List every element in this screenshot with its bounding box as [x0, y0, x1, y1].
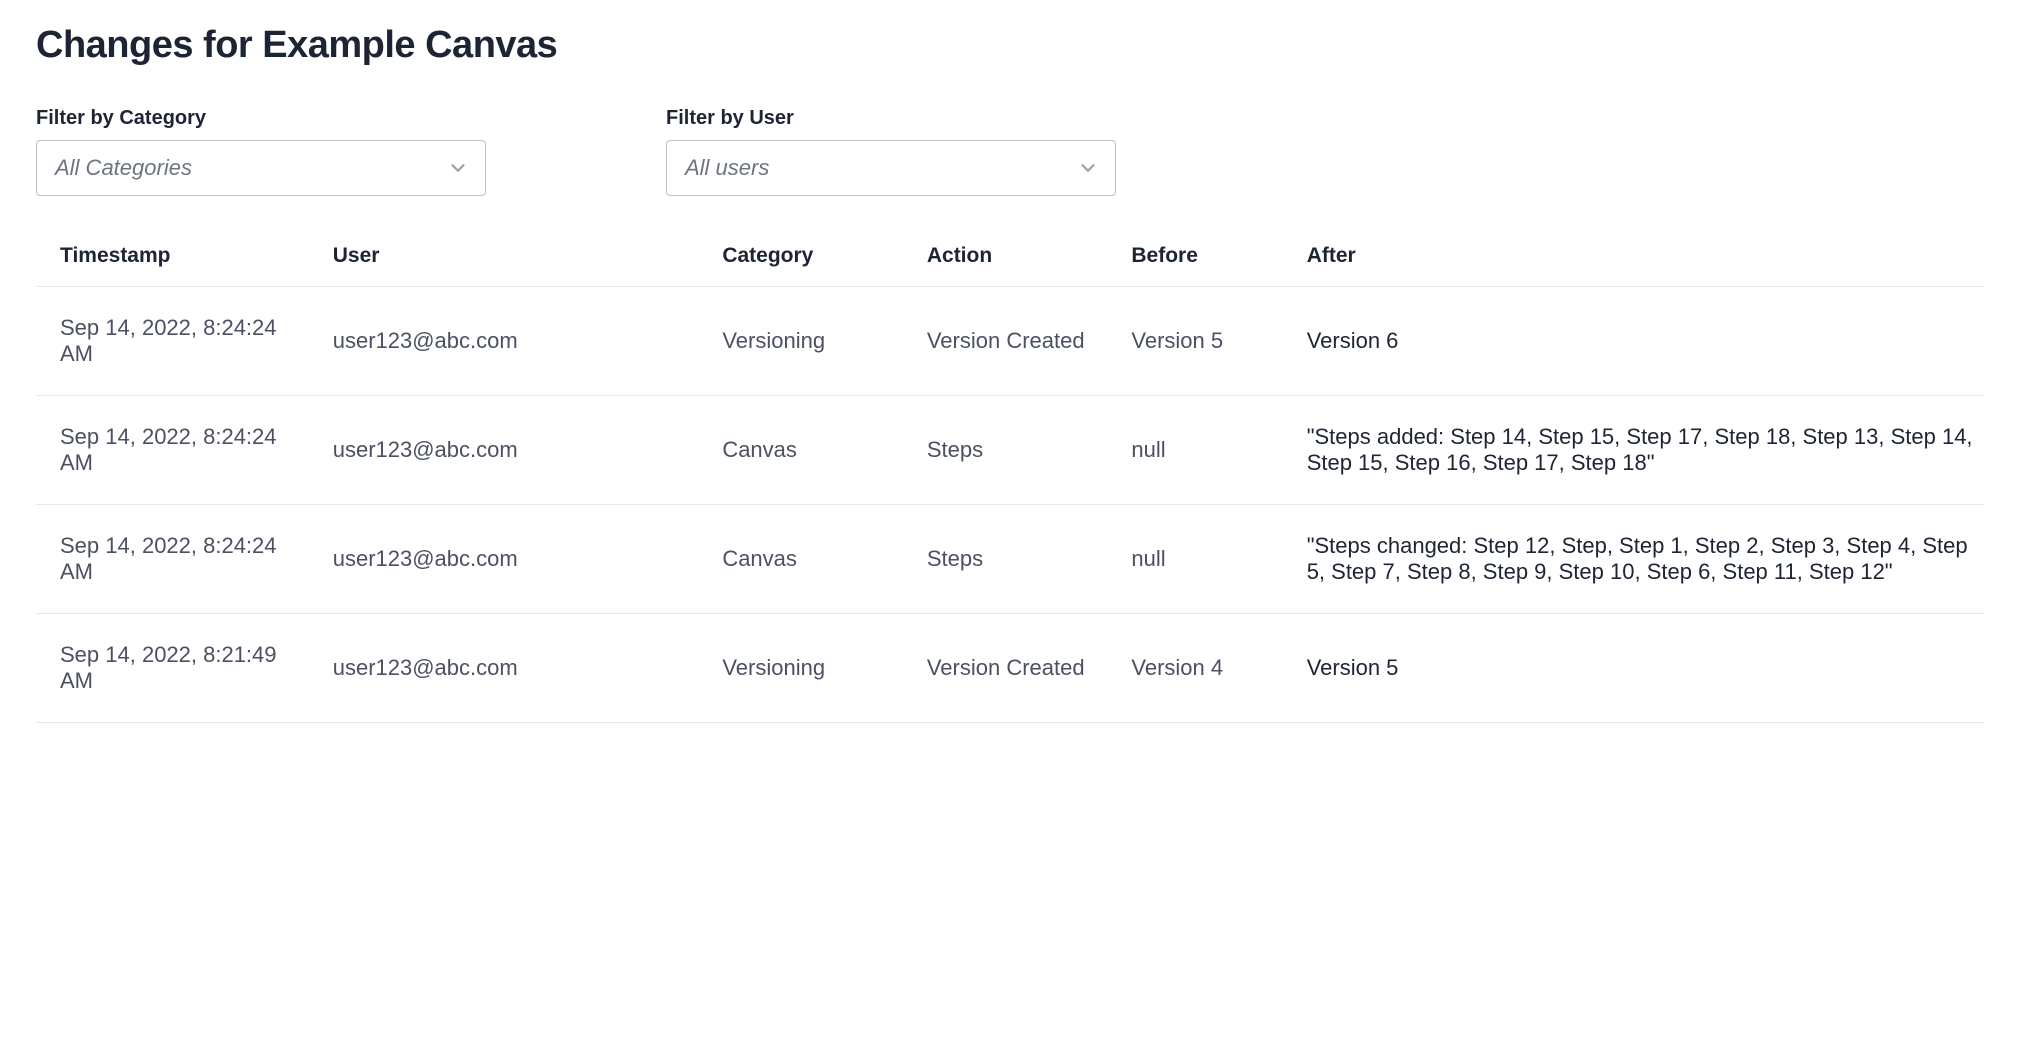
cell-after: "Steps added: Step 14, Step 15, Step 17,…	[1283, 396, 1984, 505]
filter-user-placeholder: All users	[685, 155, 769, 181]
filter-category-group: Filter by Category All Categories	[36, 107, 486, 196]
chevron-down-icon	[447, 157, 469, 179]
cell-user: user123@abc.com	[309, 396, 699, 505]
cell-timestamp: Sep 14, 2022, 8:21:49 AM	[36, 614, 309, 723]
changes-table: Timestamp User Category Action Before Af…	[36, 226, 1984, 723]
filter-user-group: Filter by User All users	[666, 107, 1116, 196]
col-category: Category	[698, 226, 903, 287]
table-row: Sep 14, 2022, 8:24:24 AM user123@abc.com…	[36, 505, 1984, 614]
cell-before: null	[1107, 505, 1282, 614]
chevron-down-icon	[1077, 157, 1099, 179]
cell-user: user123@abc.com	[309, 287, 699, 396]
col-timestamp: Timestamp	[36, 226, 309, 287]
cell-action: Version Created	[903, 614, 1108, 723]
cell-before: Version 5	[1107, 287, 1282, 396]
filter-user-select[interactable]: All users	[666, 140, 1116, 196]
table-row: Sep 14, 2022, 8:24:24 AM user123@abc.com…	[36, 287, 1984, 396]
cell-before: null	[1107, 396, 1282, 505]
filter-bar: Filter by Category All Categories Filter…	[36, 107, 1984, 196]
cell-category: Versioning	[698, 287, 903, 396]
cell-action: Version Created	[903, 287, 1108, 396]
col-before: Before	[1107, 226, 1282, 287]
filter-category-label: Filter by Category	[36, 107, 486, 130]
col-user: User	[309, 226, 699, 287]
cell-user: user123@abc.com	[309, 505, 699, 614]
col-after: After	[1283, 226, 1984, 287]
filter-user-label: Filter by User	[666, 107, 1116, 130]
table-header-row: Timestamp User Category Action Before Af…	[36, 226, 1984, 287]
cell-timestamp: Sep 14, 2022, 8:24:24 AM	[36, 287, 309, 396]
cell-action: Steps	[903, 396, 1108, 505]
cell-category: Canvas	[698, 505, 903, 614]
cell-timestamp: Sep 14, 2022, 8:24:24 AM	[36, 505, 309, 614]
cell-user: user123@abc.com	[309, 614, 699, 723]
cell-action: Steps	[903, 505, 1108, 614]
filter-category-select[interactable]: All Categories	[36, 140, 486, 196]
table-row: Sep 14, 2022, 8:21:49 AM user123@abc.com…	[36, 614, 1984, 723]
cell-after: Version 6	[1283, 287, 1984, 396]
cell-before: Version 4	[1107, 614, 1282, 723]
page-title: Changes for Example Canvas	[36, 24, 1984, 67]
cell-after: Version 5	[1283, 614, 1984, 723]
cell-timestamp: Sep 14, 2022, 8:24:24 AM	[36, 396, 309, 505]
table-row: Sep 14, 2022, 8:24:24 AM user123@abc.com…	[36, 396, 1984, 505]
cell-after: "Steps changed: Step 12, Step, Step 1, S…	[1283, 505, 1984, 614]
col-action: Action	[903, 226, 1108, 287]
cell-category: Versioning	[698, 614, 903, 723]
filter-category-placeholder: All Categories	[55, 155, 192, 181]
cell-category: Canvas	[698, 396, 903, 505]
